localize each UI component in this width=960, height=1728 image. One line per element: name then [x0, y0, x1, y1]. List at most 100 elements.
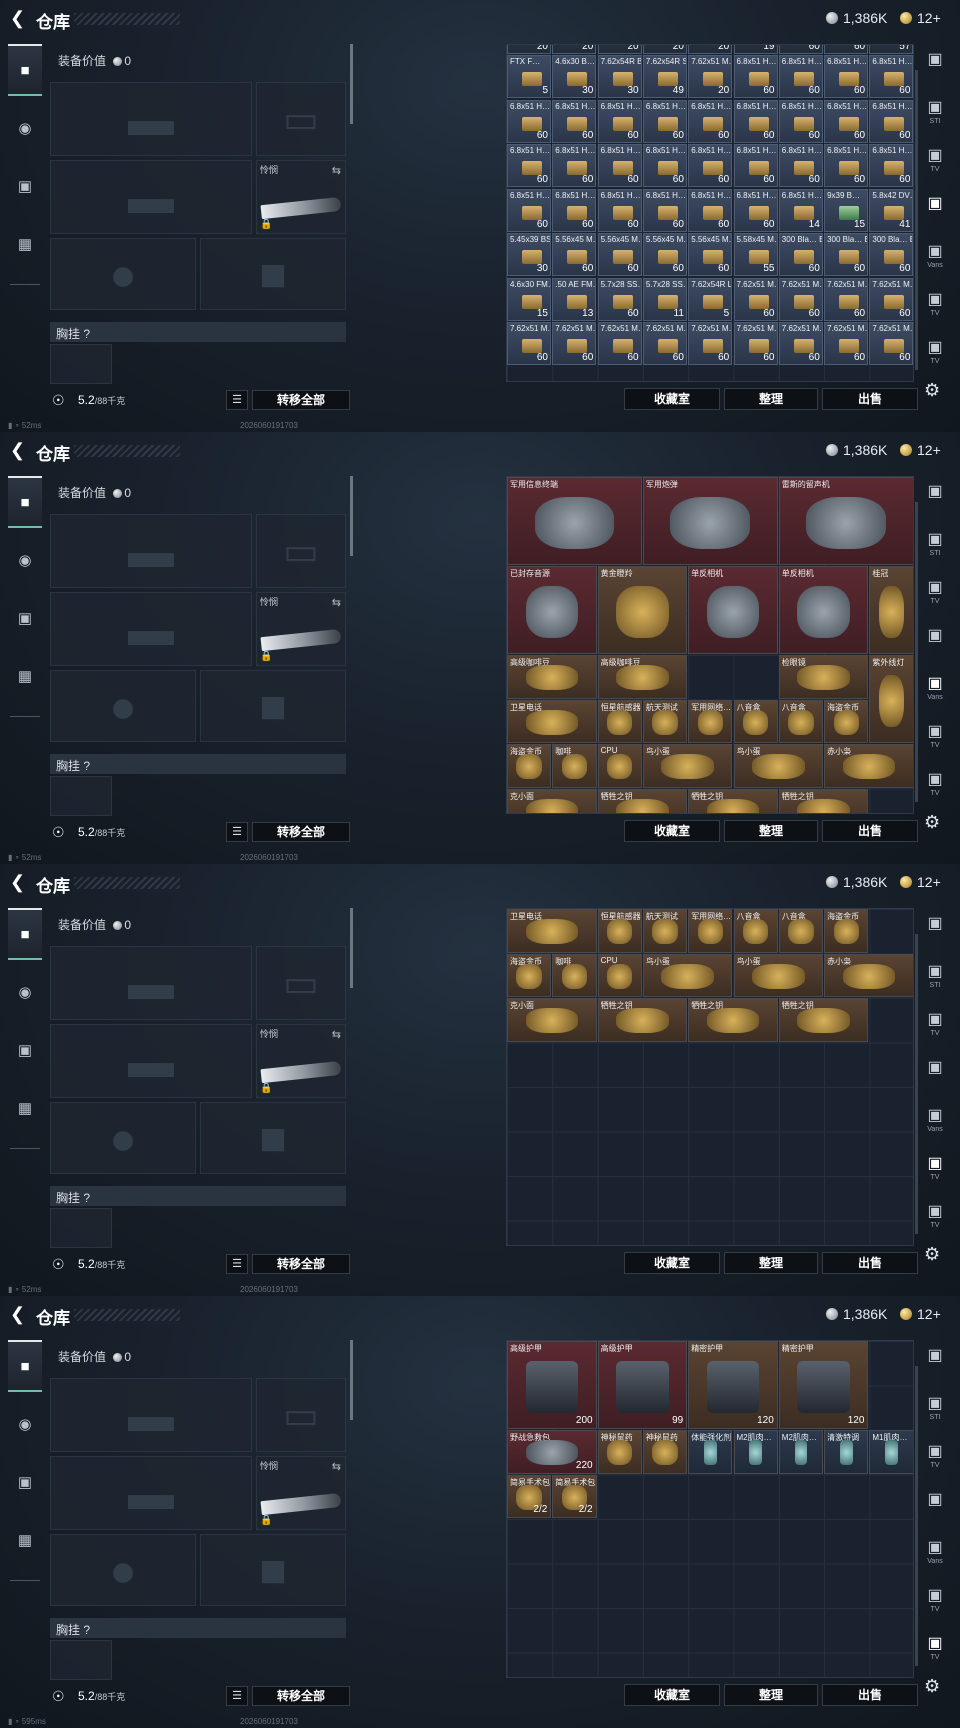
list-view-button[interactable]: ☰	[226, 390, 248, 410]
inventory-item[interactable]: 鸟小蛋	[642, 744, 733, 788]
storage-tab-2[interactable]: ▣ TV	[920, 1442, 950, 1478]
ammo-stack[interactable]: 6.8x51 H… 60	[824, 99, 869, 143]
ammo-stack[interactable]: 7.62x51 M… 60	[733, 277, 778, 321]
inventory-item[interactable]: 检眼镜	[778, 655, 869, 699]
inventory-item[interactable]: 高级咖啡豆	[597, 655, 688, 699]
inventory-item[interactable]: 简易手术包 2/2	[507, 1474, 552, 1518]
move-all-button[interactable]: 转移全部	[252, 1686, 350, 1706]
ammo-stack[interactable]: 7.62x51 M… 60	[507, 322, 551, 365]
storage-tab-4[interactable]: ▣ Vans	[920, 1106, 950, 1142]
back-icon[interactable]: ❮	[10, 441, 26, 459]
back-icon[interactable]: ❮	[10, 1305, 26, 1323]
list-view-button[interactable]: ☰	[226, 822, 248, 842]
armor-tab[interactable]: ◉	[8, 102, 42, 154]
inventory-item[interactable]: 黄金瞪羚	[597, 566, 688, 654]
inventory-item[interactable]: 牺牲之钥	[778, 788, 869, 813]
primary-weapon-slot[interactable]: ▬	[50, 514, 252, 588]
storage-tab-4[interactable]: ▣ Vans	[920, 242, 950, 278]
ammo-stack[interactable]: 6.8x51 H… 60	[507, 99, 551, 143]
ammo-stack[interactable]: 5.45x39 BS…30	[507, 233, 551, 276]
weapon-tab[interactable]: ■	[8, 476, 42, 528]
sell-button[interactable]: 出售	[822, 388, 918, 410]
inventory-item[interactable]: 鸟小蛋	[733, 953, 824, 997]
inventory-item[interactable]: 军用信息终端	[507, 477, 642, 565]
collection-room-button[interactable]: 收藏室	[624, 388, 720, 410]
body-armor-slot[interactable]: ■	[200, 1534, 346, 1606]
collection-room-button[interactable]: 收藏室	[624, 820, 720, 842]
inventory-item[interactable]: 海盗金币	[824, 699, 869, 743]
warehouse-grid[interactable]: 20 20 20 20 20 19 60 60 57 FTX F… 5 4.6x30 B… 30 7.62…	[506, 44, 914, 382]
settings-gear-icon[interactable]: ⚙	[924, 380, 940, 401]
secondary-weapon-slot[interactable]: ▬	[50, 1024, 252, 1098]
inventory-item[interactable]: 紫外线灯	[869, 655, 913, 743]
sell-button[interactable]: 出售	[822, 820, 918, 842]
ammo-stack[interactable]: 60	[824, 45, 869, 54]
inventory-item[interactable]: 简易手术包 2/2	[552, 1474, 597, 1518]
settings-gear-icon[interactable]: ⚙	[924, 812, 940, 833]
ammo-stack[interactable]: 6.8x51 H… 60	[733, 188, 778, 232]
inventory-item[interactable]: M1肌肉…	[869, 1430, 913, 1474]
helmet-slot[interactable]: ●	[50, 1102, 196, 1174]
storage-tab-4[interactable]: ▣ Vans	[920, 674, 950, 710]
ammo-stack[interactable]: 6.8x51 H… 60	[552, 144, 597, 187]
inventory-item[interactable]: 牺牲之钥	[778, 998, 869, 1042]
ammo-stack[interactable]: 6.8x51 H… 60	[688, 99, 733, 143]
secondary-weapon-slot[interactable]: ▬	[50, 592, 252, 666]
ammo-stack[interactable]: 7.62x51 M… 60	[552, 322, 597, 365]
inventory-item[interactable]: 野战急救包 220	[507, 1430, 597, 1474]
inventory-item[interactable]: 牺牲之钥	[688, 998, 778, 1042]
storage-tab-4[interactable]: ▣ Vans	[920, 1538, 950, 1574]
ammo-stack[interactable]: 4.6x30 B… 30	[552, 55, 597, 98]
ammo-stack[interactable]: 20	[507, 45, 551, 54]
swap-icon[interactable]: ⇆	[332, 164, 341, 177]
chest-rig-slot[interactable]	[50, 344, 112, 384]
sort-button[interactable]: 整理	[724, 1252, 818, 1274]
ammo-stack[interactable]: 6.8x51 H… 60	[733, 99, 778, 143]
storage-tab-0[interactable]: ▣	[920, 50, 950, 86]
inventory-item[interactable]: 神秘鼠药	[597, 1430, 642, 1474]
inventory-item[interactable]: 克小面	[507, 998, 597, 1042]
storage-tab-2[interactable]: ▣ TV	[920, 578, 950, 614]
ammo-stack[interactable]: 7.62x54R S…49	[642, 55, 687, 98]
ammo-stack[interactable]: 7.62x54R B…30	[597, 55, 642, 98]
ammo-stack[interactable]: 5.56x45 M… 60	[688, 233, 733, 276]
settings-gear-icon[interactable]: ⚙	[924, 1244, 940, 1265]
ammo-stack[interactable]: 5.56x45 M… 60	[552, 233, 597, 276]
melee-slot[interactable]: 怜悯 ⇆ 🔒	[256, 1456, 346, 1530]
pistol-slot[interactable]: ▭	[256, 82, 346, 156]
move-all-button[interactable]: 转移全部	[252, 390, 350, 410]
chest-rig-slot[interactable]	[50, 1208, 112, 1248]
ammo-stack[interactable]: 7.62x51 M… 60	[824, 277, 869, 321]
storage-tab-3[interactable]: ▣	[920, 1490, 950, 1526]
storage-tab-2[interactable]: ▣ TV	[920, 1010, 950, 1046]
inventory-item[interactable]: 克小面	[507, 788, 597, 813]
storage-tab-6[interactable]: ▣ TV	[920, 770, 950, 806]
storage-tab-5[interactable]: ▣ TV	[920, 722, 950, 758]
ammo-stack[interactable]: 57	[869, 45, 913, 54]
primary-weapon-slot[interactable]: ▬	[50, 1378, 252, 1452]
ammo-stack[interactable]: 6.8x51 H… 60	[597, 188, 642, 232]
weapon-tab[interactable]: ■	[8, 44, 42, 96]
inventory-item[interactable]: 高级护甲 99	[597, 1341, 688, 1429]
bag-tab[interactable]: ▦	[8, 1514, 42, 1566]
ammo-stack[interactable]: 6.8x51 H… 60	[642, 144, 687, 187]
supplies-tab[interactable]: ▣	[8, 1024, 42, 1076]
sell-button[interactable]: 出售	[822, 1252, 918, 1274]
bag-tab[interactable]: ▦	[8, 650, 42, 702]
supplies-tab[interactable]: ▣	[8, 160, 42, 212]
weapon-tab[interactable]: ■	[8, 908, 42, 960]
back-icon[interactable]: ❮	[10, 873, 26, 891]
inventory-item[interactable]: 海盗金币	[507, 953, 552, 997]
ammo-stack[interactable]: 6.8x51 H… 60	[733, 144, 778, 187]
ammo-stack[interactable]: 20	[552, 45, 597, 54]
inventory-item[interactable]: CPU	[597, 744, 642, 788]
ammo-stack[interactable]: 6.8x51 H… 60	[642, 99, 687, 143]
collection-room-button[interactable]: 收藏室	[624, 1684, 720, 1706]
chest-rig-slot[interactable]	[50, 1640, 112, 1680]
loadout-scrollbar[interactable]	[350, 476, 353, 556]
ammo-stack[interactable]: 6.8x51 H… 60	[507, 144, 551, 187]
ammo-stack[interactable]: 7.62x51 M… 60	[869, 322, 913, 365]
inventory-item[interactable]: 高级咖啡豆	[507, 655, 597, 699]
storage-tab-5[interactable]: ▣ TV	[920, 1154, 950, 1190]
storage-tab-2[interactable]: ▣ TV	[920, 146, 950, 182]
